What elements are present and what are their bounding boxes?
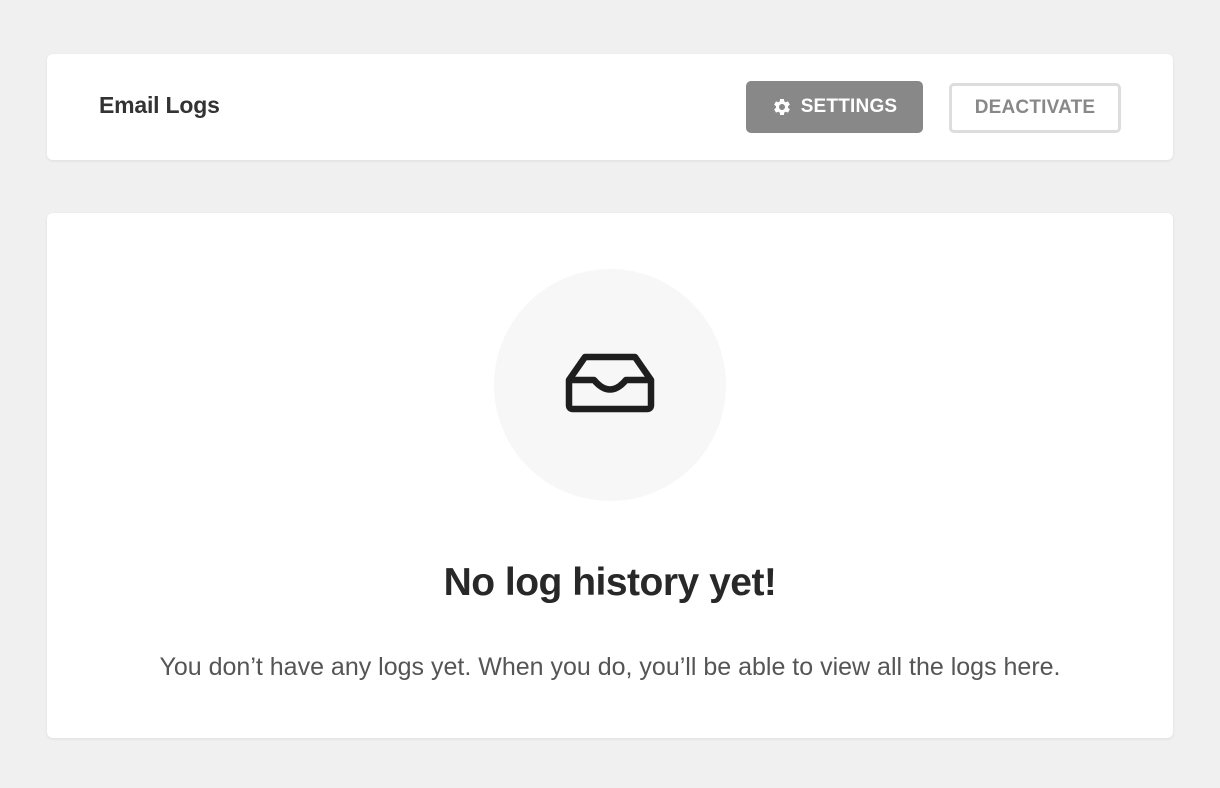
gear-icon (772, 97, 792, 117)
settings-button-label: SETTINGS (800, 96, 898, 117)
empty-state-title: No log history yet! (443, 561, 777, 604)
empty-state-icon-circle (494, 269, 726, 501)
deactivate-button-label: DEACTIVATE (974, 97, 1096, 118)
header-card: Email Logs SETTINGS DEACTIVATE (47, 54, 1173, 160)
page-title: Email Logs (99, 92, 220, 118)
inbox-icon (565, 353, 655, 418)
empty-state-description: You don’t have any logs yet. When you do… (159, 653, 1061, 681)
empty-state-card: No log history yet! You don’t have any l… (47, 213, 1173, 738)
settings-button[interactable]: SETTINGS (746, 81, 923, 133)
deactivate-button[interactable]: DEACTIVATE (949, 83, 1121, 133)
